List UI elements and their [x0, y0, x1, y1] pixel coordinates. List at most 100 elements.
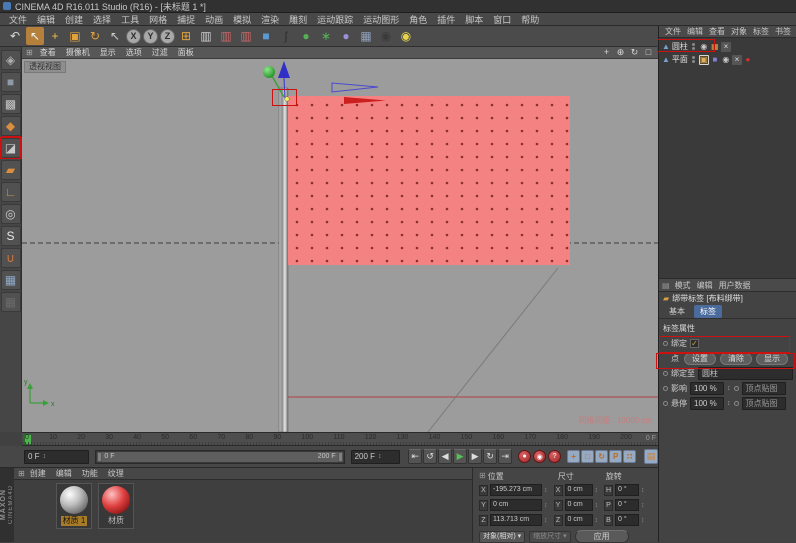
menu-item[interactable]: 帮助 [516, 13, 544, 26]
show-button[interactable]: 显示 [756, 353, 788, 365]
position-field[interactable]: -195.273 cm [490, 484, 542, 496]
previous-frame-button[interactable]: ◀ [438, 449, 452, 464]
play-backwards-button[interactable]: ↺ [423, 449, 437, 464]
spline-pen-icon[interactable]: ʃ [277, 27, 295, 45]
play-button[interactable]: ▶ [453, 449, 467, 464]
object-manager-menu-item[interactable]: 编辑 [684, 26, 706, 37]
hover-vertex-map-field[interactable]: 顶点贴图 [742, 397, 786, 410]
uvw-tag[interactable]: × [721, 42, 731, 52]
menu-item[interactable]: 窗口 [488, 13, 516, 26]
flag-pole[interactable] [279, 88, 288, 432]
make-editable-icon[interactable]: ◈ [1, 50, 21, 70]
autokey-button[interactable]: ◉ [533, 450, 546, 463]
material-item[interactable]: 材质 [98, 483, 134, 529]
menu-item[interactable]: 捕捉 [172, 13, 200, 26]
menu-item[interactable]: 脚本 [460, 13, 488, 26]
key-position-toggle[interactable]: + [567, 450, 580, 463]
position-field[interactable]: 113.713 cm [490, 514, 542, 526]
record-keyframe-button[interactable]: ● [518, 450, 531, 463]
point-mode-icon[interactable]: ◆ [1, 116, 21, 136]
render-settings-icon[interactable]: ▥ [237, 27, 255, 45]
deformer-icon[interactable]: ∗ [317, 27, 335, 45]
rotate-view-icon[interactable]: ↻ [629, 47, 640, 58]
set-button[interactable]: 设置 [684, 353, 716, 365]
key-pla-toggle[interactable]: ∷ [623, 450, 636, 463]
menu-item[interactable]: 工具 [116, 13, 144, 26]
go-to-start-button[interactable]: ⇤ [408, 449, 422, 464]
uvw-tag[interactable]: × [732, 55, 742, 65]
object-manager-menu-item[interactable]: 书签 [772, 26, 794, 37]
undo-icon[interactable]: ↶ [6, 27, 24, 45]
key-scale-toggle[interactable]: □ [581, 450, 594, 463]
object-manager-menu-item[interactable]: 文件 [662, 26, 684, 37]
lock-y-axis-icon[interactable]: Y [143, 29, 158, 44]
rotate-icon[interactable]: ↻ [86, 27, 104, 45]
viewport-menu-item[interactable]: 选项 [121, 47, 147, 58]
keyframe-dot[interactable] [663, 371, 668, 376]
sculpt-mode-icon[interactable]: S [1, 226, 21, 246]
material-tag[interactable]: ● [743, 55, 753, 65]
environment-icon[interactable]: ● [337, 27, 355, 45]
material-menu-item[interactable]: 创建 [25, 468, 51, 479]
enable-axis-icon[interactable]: ∟ [1, 182, 21, 202]
menu-item[interactable]: 运动跟踪 [312, 13, 358, 26]
keyframe-dot[interactable] [734, 401, 739, 406]
visibility-dots[interactable] [692, 43, 695, 50]
frame-range-slider[interactable]: 0 F 200 F [95, 450, 344, 464]
material-menu-item[interactable]: 纹理 [103, 468, 129, 479]
viewport-solo-icon[interactable]: ◎ [1, 204, 21, 224]
polygon-mode-icon[interactable]: ▰ [1, 160, 21, 180]
size-mode-dropdown[interactable]: 缩放尺寸 ▾ [529, 531, 570, 543]
gizmo-scale-handle[interactable] [263, 66, 275, 78]
edge-mode-icon[interactable]: ◪ [1, 138, 21, 158]
size-field[interactable]: 0 cm [565, 514, 593, 526]
keyframe-dot[interactable] [663, 401, 668, 406]
position-field[interactable]: 0 cm [490, 499, 542, 511]
next-frame-button[interactable]: ▶ [468, 449, 482, 464]
light-icon[interactable]: ◉ [397, 27, 415, 45]
menu-item[interactable]: 动画 [200, 13, 228, 26]
menu-item[interactable]: 渲染 [256, 13, 284, 26]
end-frame-field[interactable]: 200 F↕ [351, 450, 401, 464]
timeline-window-icon[interactable]: ▤ [644, 449, 658, 464]
material-menu-item[interactable]: 功能 [77, 468, 103, 479]
loop-button[interactable]: ↻ [483, 449, 497, 464]
size-field[interactable]: 0 cm [565, 484, 593, 496]
render-view-icon[interactable]: ▥ [197, 27, 215, 45]
coordinate-mode-dropdown[interactable]: 对象(相对) ▾ [479, 531, 525, 543]
key-parameter-toggle[interactable]: P [609, 450, 622, 463]
stepper[interactable]: ↕ [727, 400, 731, 407]
object-manager-menu-item[interactable]: 对象 [728, 26, 750, 37]
menu-item[interactable]: 网格 [144, 13, 172, 26]
object-row-plane[interactable]: ▲ 平面 ▣■◉×● [659, 53, 796, 66]
lock-workplane-icon[interactable]: ▦ [1, 292, 21, 312]
object-manager-menu-item[interactable]: 标签 [750, 26, 772, 37]
view-label[interactable]: 透视视图 [24, 61, 66, 73]
selected-vertex[interactable] [285, 97, 290, 102]
influence-field[interactable]: 100 % [690, 382, 724, 395]
attribute-header-item[interactable]: 用户数据 [716, 280, 754, 291]
phong-tag[interactable]: ◉ [699, 42, 709, 52]
clear-button[interactable]: 清除 [720, 353, 752, 365]
menu-item[interactable]: 文件 [4, 13, 32, 26]
gizmo-z-arrow[interactable] [332, 83, 378, 92]
viewport-menu-item[interactable]: 摄像机 [61, 47, 95, 58]
lock-z-axis-icon[interactable]: Z [160, 29, 175, 44]
coordinate-system-icon[interactable]: ⊞ [177, 27, 195, 45]
viewport-menu-icon[interactable]: ⊞ [26, 48, 33, 57]
material-menu-icon[interactable]: ⊞ [18, 469, 25, 478]
material-item[interactable]: 材质 1 [56, 483, 92, 529]
rotation-field[interactable]: 0 ° [615, 499, 639, 511]
flag-cloth[interactable] [288, 96, 570, 265]
go-to-end-button[interactable]: ⇥ [498, 449, 512, 464]
viewport-canvas[interactable]: y x 透视视图 网格间距 : 10000 cm [22, 59, 658, 432]
zoom-view-icon[interactable]: ⊕ [615, 47, 626, 58]
pan-view-icon[interactable]: + [601, 47, 612, 58]
viewport-menu-item[interactable]: 查看 [35, 47, 61, 58]
workplane-icon[interactable]: ▦ [1, 270, 21, 290]
floor-icon[interactable]: ▦ [357, 27, 375, 45]
timeline-ruler[interactable]: 0102030405060708090100110120130140150160… [22, 432, 658, 446]
attribute-header-item[interactable]: 模式 [672, 280, 694, 291]
keyframe-dot[interactable] [734, 386, 739, 391]
move-icon[interactable]: + [46, 27, 64, 45]
